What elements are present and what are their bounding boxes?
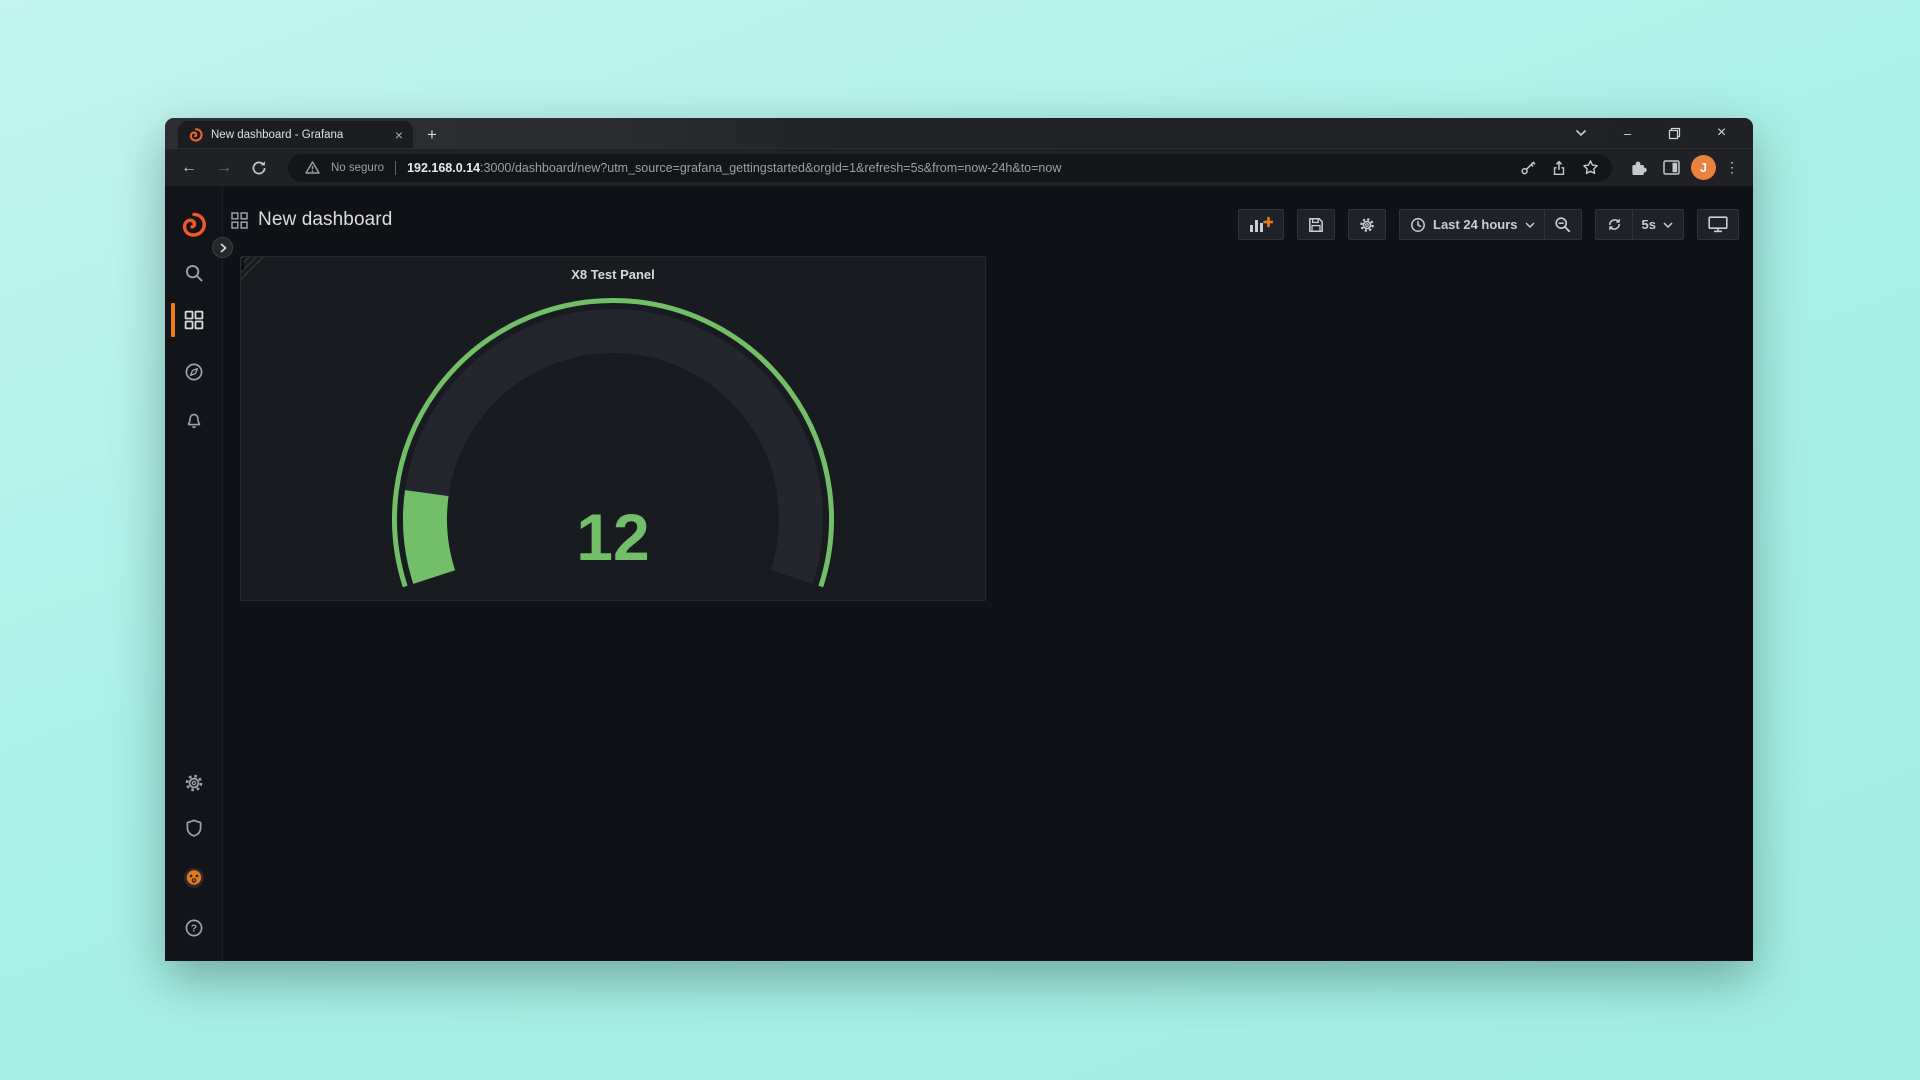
search-icon[interactable] [184,263,204,283]
side-panel-icon[interactable] [1658,155,1684,181]
sidebar-expand-button[interactable] [212,237,233,258]
bookmark-star-icon[interactable] [1578,156,1602,180]
minimize-button[interactable]: – [1604,118,1651,148]
share-icon[interactable] [1547,156,1571,180]
extensions-puzzle-icon[interactable] [1625,155,1651,181]
omnibox-divider [395,161,396,175]
svg-text:?: ? [191,923,197,935]
sidebar-item-explore-compass-icon[interactable] [184,362,204,382]
url-path: :3000/dashboard/new?utm_source=grafana_g… [480,161,1061,175]
time-range-button[interactable]: Last 24 hours [1410,217,1535,233]
page-title: New dashboard [258,209,392,231]
panel-header[interactable]: X8 Test Panel [241,257,985,291]
gauge-panel: i X8 Test Panel 12 [240,256,986,601]
profile-avatar[interactable]: J [1691,155,1716,180]
panel-info-icon[interactable]: i [241,257,245,275]
tab-search-caret-icon[interactable] [1557,118,1604,148]
apps-grid-icon [231,212,248,229]
tab-title: New dashboard - Grafana [211,129,385,141]
gauge-value-text: 12 [576,500,649,574]
sidebar-item-help-icon[interactable]: ? [184,918,204,938]
tab-close-icon[interactable]: × [393,128,405,142]
dashboard-settings-button[interactable] [1348,209,1386,240]
window-controls: – × [1557,118,1745,148]
refresh-interval-button[interactable]: 5s [1642,217,1673,232]
browser-menu-kebab-icon[interactable]: ⋮ [1723,159,1741,176]
grafana-sidebar: ? [165,186,223,961]
tab-strip: New dashboard - Grafana × + – × [165,118,1753,148]
zoom-out-time-button[interactable] [1554,216,1571,233]
not-secure-warning-icon[interactable] [300,156,324,180]
dashboard-header: New dashboard [223,186,1753,246]
dashboard-canvas: i X8 Test Panel 12 [223,246,1753,961]
refresh-button[interactable] [1606,216,1623,233]
active-section-indicator [171,303,175,337]
desktop-background: New dashboard - Grafana × + – × ← → [0,0,1920,1080]
dashboard-toolbar: Last 24 hours [1238,209,1739,240]
panel-title: X8 Test Panel [571,267,655,282]
grafana-logo-icon[interactable] [181,212,207,238]
grafana-main: New dashboard [223,186,1753,961]
gauge-chart: 12 [241,291,985,600]
save-dashboard-button[interactable] [1297,209,1335,240]
sidebar-item-admin-shield-icon[interactable] [184,818,204,838]
gauge-value-arc [425,493,434,577]
grafana-app: ? New dashboard [165,186,1753,961]
browser-toolbar: ← → No seguro 192.168.0.14:3000/dashboar… [165,148,1753,186]
sidebar-item-plugin-app-icon[interactable] [183,867,205,889]
password-key-icon[interactable] [1516,156,1540,180]
sidebar-item-configuration-gear-icon[interactable] [184,773,204,793]
window-close-button[interactable]: × [1698,118,1745,148]
url-text: 192.168.0.14:3000/dashboard/new?utm_sour… [407,161,1509,175]
browser-tab-active[interactable]: New dashboard - Grafana × [178,121,413,148]
new-tab-button[interactable]: + [427,126,437,143]
sidebar-item-alerting-bell-icon[interactable] [184,410,204,430]
grafana-favicon-icon [189,128,203,142]
time-range-label: Last 24 hours [1433,217,1518,232]
reload-button[interactable] [245,154,273,182]
refresh-interval-label: 5s [1642,217,1656,232]
back-button[interactable]: ← [175,154,203,182]
refresh-group: 5s [1595,209,1684,240]
security-label: No seguro [331,162,384,174]
restore-button[interactable] [1651,118,1698,148]
forward-button: → [210,154,238,182]
tv-view-mode-button[interactable] [1697,209,1739,240]
address-bar[interactable]: No seguro 192.168.0.14:3000/dashboard/ne… [288,154,1612,182]
url-host: 192.168.0.14 [407,161,480,175]
add-panel-button[interactable] [1238,209,1284,240]
sidebar-item-dashboards[interactable] [184,310,204,330]
browser-window: New dashboard - Grafana × + – × ← → [165,118,1753,961]
time-picker-group: Last 24 hours [1399,209,1582,240]
